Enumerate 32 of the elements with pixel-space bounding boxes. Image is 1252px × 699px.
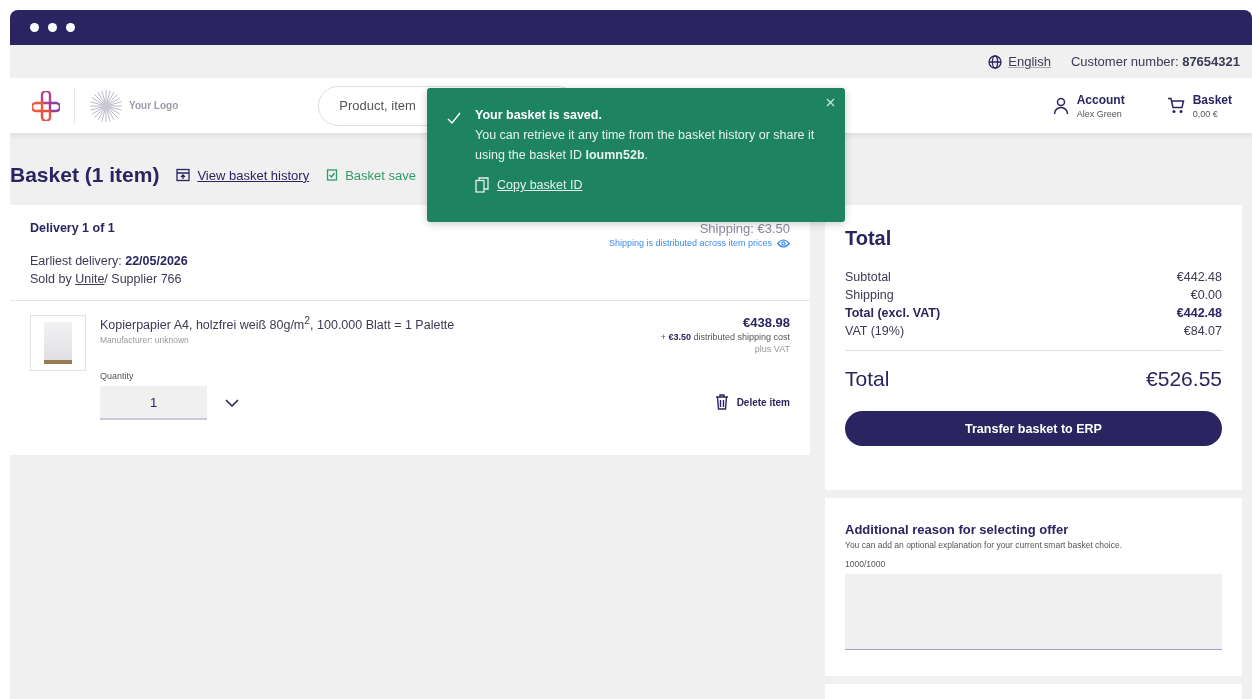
item-price: €438.98 [743,315,790,330]
summary-value: €84.07 [1183,324,1222,338]
toast-title: Your basket is saved. [475,108,603,122]
shipping-cost: Shipping: €3.50 [699,221,790,236]
summary-label: VAT (19%) [845,324,905,338]
logo-text: Your Logo [129,100,179,111]
supplier-name: / Supplier 766 [104,272,182,286]
page-title: Basket (1 item) [10,163,160,187]
summary-value: €442.48 [1176,270,1222,284]
summary-value: €0.00 [1190,288,1222,302]
grand-total-value: €526.55 [1146,367,1222,391]
vat-note: plus VAT [754,344,790,354]
toast-message: You can retrieve it any time from the basket history or share it using the basket ID loumn52b. [475,127,815,164]
shipping-share: + €3.50 distributed shipping cost [660,332,790,342]
summary-value: €442.48 [1176,306,1222,320]
delivery-title: Delivery 1 of 1 [30,221,115,235]
character-counter: 1000/1000 [845,559,887,569]
reason-subtitle: You can add an optional explanation for your current smart basket choice. [845,540,1124,550]
quantity-label: Quantity [100,371,135,382]
product-name: Kopierpapier A4, holzfrei weiß 80g/m$^{2}$, 100.000 Blatt = 1 Palette [100,315,456,333]
customer-number: Customer number: 87654321 [1070,54,1240,69]
earliest-delivery: Earliest delivery: 22/05/2026 [30,254,189,268]
saved-status: Basket save [345,167,416,183]
total-heading: Total [845,227,893,250]
shipping-note: Shipping is distributed across item prices [608,238,772,248]
summary-label: Subtotal [845,270,891,284]
manufacturer: Manufacturer: unknown [100,335,190,346]
sold-by-label: Sold by [30,272,73,286]
grand-total-label: Total [845,367,890,391]
summary-label: Shipping [845,288,894,302]
summary-label: Total (excl. VAT) [845,306,941,320]
reason-title: Additional reason for selecting offer [845,522,1070,537]
